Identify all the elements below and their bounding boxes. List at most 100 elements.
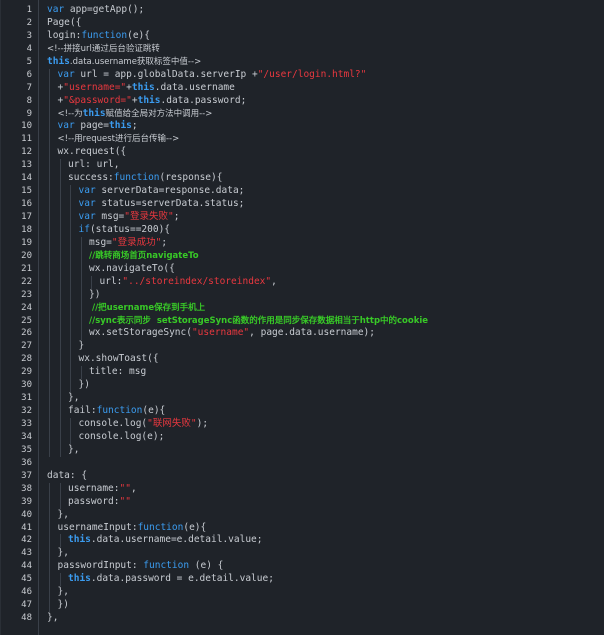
code-line[interactable]: 26 wx.setStorageSync("username", page.dat…: [1, 327, 604, 341]
code-line[interactable]: 20 //跳转商场首页navigateTo: [1, 249, 604, 263]
code-token: app=getApp();: [64, 4, 145, 15]
indent-guide: [59, 275, 61, 289]
code-line[interactable]: 38 username:"",: [1, 482, 604, 496]
line-number: 36: [21, 457, 32, 468]
code-line[interactable]: 9 <!--为this赋值给全局对方法中调用-->: [1, 107, 604, 121]
indent-guide: [59, 327, 61, 341]
code-text: console.log(e);: [79, 431, 604, 444]
code-line[interactable]: 4 <!--拼接url通过后台验证跳转: [1, 43, 604, 56]
line-number: 11: [21, 134, 32, 145]
code-token: "&password=": [63, 94, 132, 106]
code-line[interactable]: 22 url:"../storeindex/storeindex",: [1, 275, 604, 289]
code-line[interactable]: 29 title: msg: [1, 366, 604, 380]
code-line[interactable]: 41 usernameInput:function(e){: [1, 521, 604, 535]
code-line[interactable]: 34 console.log(e);: [1, 430, 604, 444]
code-line[interactable]: 36: [1, 457, 604, 470]
code-line[interactable]: 3 login:function(e){: [1, 30, 604, 43]
indent-guide: [49, 301, 50, 315]
code-token: url = app.globalData.serverIp +: [74, 68, 258, 80]
indent-guide: [49, 340, 50, 354]
code-line[interactable]: 18 if(status==200){: [1, 223, 604, 237]
code-text: Page({: [47, 17, 604, 30]
line-number: 7: [26, 82, 32, 93]
code-text: passwordInput: function (e) {: [58, 560, 604, 573]
indent-guide: [70, 198, 71, 211]
line-number: 45: [21, 574, 32, 585]
indent-guide: [49, 94, 50, 108]
code-line[interactable]: 32 fail:function(e){: [1, 405, 604, 418]
code-line[interactable]: 17 var msg="登录失败";: [1, 211, 604, 224]
line-number: 27: [21, 341, 32, 352]
code-line[interactable]: 11 <!--用request进行后台传输-->: [1, 133, 604, 147]
code-line[interactable]: 30}): [1, 379, 604, 393]
code-line[interactable]: 43},: [1, 547, 604, 561]
code-text: //跳转商场首页navigateTo: [89, 250, 604, 263]
code-line[interactable]: 40},: [1, 508, 604, 522]
code-line[interactable]: 46},: [1, 586, 604, 600]
line-number: 29: [21, 367, 32, 378]
indent-guide: [49, 560, 50, 574]
indent-guide: [49, 586, 50, 600]
line-number: 44: [21, 561, 32, 572]
indent-guide: [49, 185, 50, 199]
code-text: }: [79, 340, 604, 353]
code-line[interactable]: 48},: [1, 612, 604, 625]
line-number: 2: [26, 17, 32, 28]
code-line[interactable]: 21 wx.navigateTo({: [1, 262, 604, 276]
indent-guide: [49, 146, 50, 160]
code-line[interactable]: 44 passwordInput: function (e) {: [1, 560, 604, 574]
code-line[interactable]: 33 console.log("联网失败");: [1, 418, 604, 431]
code-editor[interactable]: 1 var app=getApp(); 2 Page({3 login:function…: [0, 0, 604, 635]
code-line[interactable]: 13 url: url,: [1, 159, 604, 173]
code-line[interactable]: 5 this.data.username获取标签中值-->: [1, 56, 604, 69]
indent-guide: [59, 236, 61, 250]
indent-guide: [59, 418, 61, 431]
code-text: msg="登录成功";: [89, 237, 604, 250]
code-line[interactable]: 39 password:"": [1, 495, 604, 509]
code-line[interactable]: 24 //把username保存到手机上: [1, 301, 604, 315]
line-number: 23: [21, 289, 32, 300]
indent-guide: [49, 159, 50, 173]
code-token: ;: [131, 120, 138, 132]
indent-guide: [59, 159, 61, 173]
line-number: 8: [26, 95, 32, 106]
indent-guide: [70, 327, 71, 341]
line-number: 6: [26, 69, 32, 80]
code-area[interactable]: 1 var app=getApp(); 2 Page({3 login:function…: [1, 4, 604, 625]
code-line[interactable]: 28 wx.showToast({: [1, 353, 604, 367]
code-line[interactable]: 27}: [1, 340, 604, 354]
code-line[interactable]: 25 //sync表示同步 setStorageSync函数的作用是同步保存数据相…: [1, 314, 604, 328]
code-token: //sync表示同步 setStorageSync函数的作用是同步保存数据相当于…: [89, 315, 429, 326]
code-line[interactable]: 7 +"username="+this.data.username: [1, 81, 604, 95]
code-line[interactable]: 47}): [1, 599, 604, 613]
indent-guide: [49, 443, 50, 457]
indent-guide: [59, 392, 61, 406]
code-line[interactable]: 19 msg="登录成功";: [1, 236, 604, 250]
code-token: var: [78, 211, 96, 222]
code-line[interactable]: 14 success:function(response){: [1, 172, 604, 186]
indent-guide: [70, 314, 71, 328]
code-line[interactable]: 37 data: {: [1, 470, 604, 483]
indent-guide: [49, 133, 50, 147]
code-text: }): [79, 379, 604, 392]
code-line[interactable]: 16 var status=serverData.status;: [1, 198, 604, 211]
code-line[interactable]: 10 var page=this;: [1, 120, 604, 134]
code-line[interactable]: 12 wx.request({: [1, 146, 604, 160]
code-text: <!--用request进行后台传输-->: [58, 133, 604, 146]
code-line[interactable]: 45 this.data.password = e.detail.value;: [1, 573, 604, 587]
code-token: ,: [130, 482, 137, 494]
code-text: +"&password="+this.data.password;: [58, 95, 604, 108]
code-line[interactable]: 8 +"&password="+this.data.password;: [1, 94, 604, 108]
code-line[interactable]: 23}): [1, 288, 604, 302]
code-line[interactable]: 15 var serverData=response.data;: [1, 185, 604, 199]
indent-guide: [59, 301, 61, 315]
code-line[interactable]: 6 var url = app.globalData.serverIp +"/us…: [1, 68, 604, 82]
code-line[interactable]: 2 Page({: [1, 17, 604, 30]
code-line[interactable]: 31},: [1, 392, 604, 406]
code-line[interactable]: 42 this.data.username=e.detail.value;: [1, 534, 604, 548]
code-line[interactable]: 1 var app=getApp();: [1, 4, 604, 17]
indent-guide: [49, 430, 50, 444]
code-line[interactable]: 35},: [1, 443, 604, 457]
line-number: 21: [21, 263, 32, 274]
indent-guide: [70, 236, 71, 250]
